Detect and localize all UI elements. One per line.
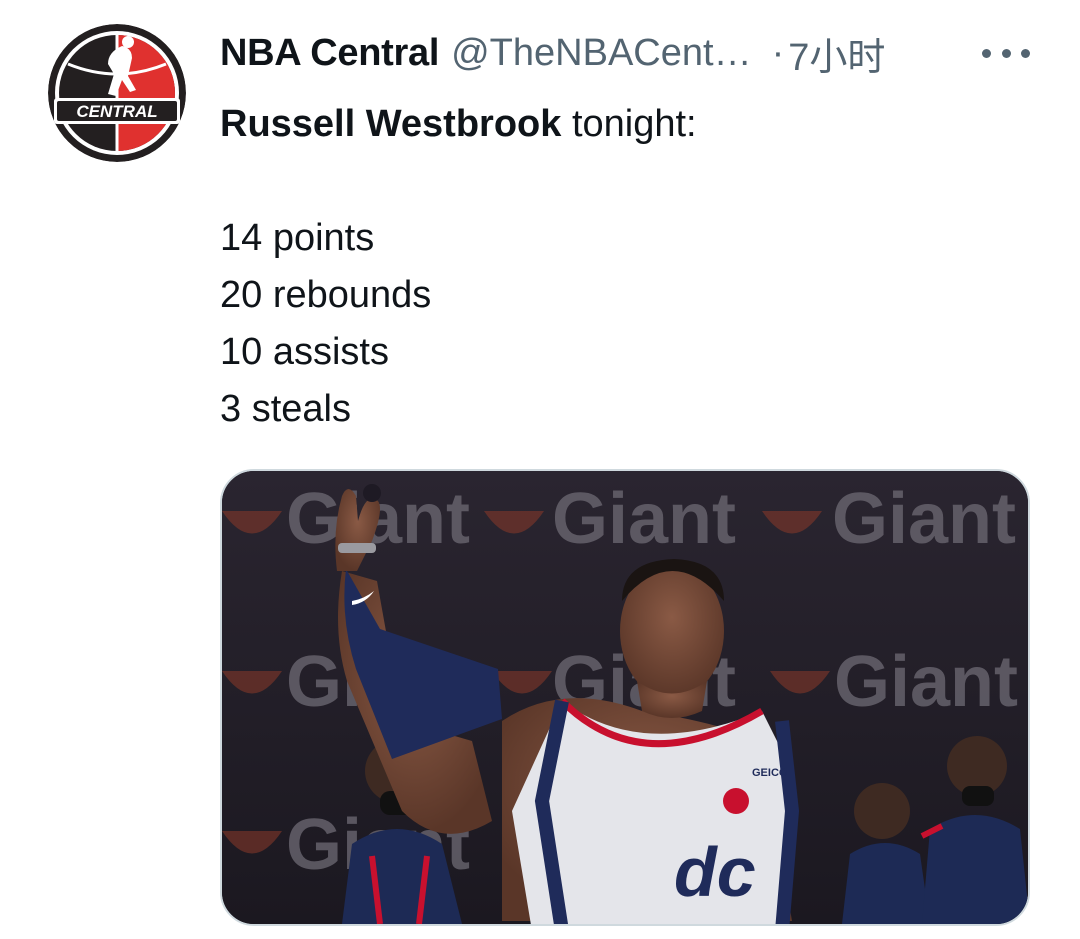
tweet-header: NBA Central @TheNBACent… · 7小时 xyxy=(220,26,885,81)
svg-text:GEICO: GEICO xyxy=(752,767,788,779)
svg-text:Giant: Giant xyxy=(834,642,1018,722)
stat-line: 14 points xyxy=(220,217,375,259)
intro-rest: tonight: xyxy=(561,103,697,145)
stat-line: 10 assists xyxy=(220,331,389,373)
tweet-intro-line: Russell Westbrook tonight: xyxy=(220,96,1020,153)
avatar[interactable]: CENTRAL xyxy=(48,24,186,162)
basketball-player-photo: Giant Giant Giant Giant Giant Giant xyxy=(222,471,1028,924)
stat-line: 3 steals xyxy=(220,388,351,430)
tweet-text: Russell Westbrook tonight: 14 points 20 … xyxy=(220,96,1020,438)
svg-text:Giant: Giant xyxy=(832,479,1016,559)
separator-dot: · xyxy=(771,31,785,74)
nba-central-logo: CENTRAL xyxy=(48,24,186,162)
svg-text:dc: dc xyxy=(674,833,756,911)
tweet-media-image[interactable]: Giant Giant Giant Giant Giant Giant xyxy=(220,469,1030,926)
user-handle[interactable]: @TheNBACent… xyxy=(451,32,751,75)
display-name[interactable]: NBA Central xyxy=(220,32,439,75)
svg-text:Giant: Giant xyxy=(552,479,736,559)
player-name: Russell Westbrook xyxy=(220,103,562,145)
stat-line: 20 rebounds xyxy=(220,274,432,316)
more-dots-icon[interactable] xyxy=(982,38,1030,68)
timestamp[interactable]: 7小时 xyxy=(788,26,885,81)
svg-text:CENTRAL: CENTRAL xyxy=(76,102,157,121)
